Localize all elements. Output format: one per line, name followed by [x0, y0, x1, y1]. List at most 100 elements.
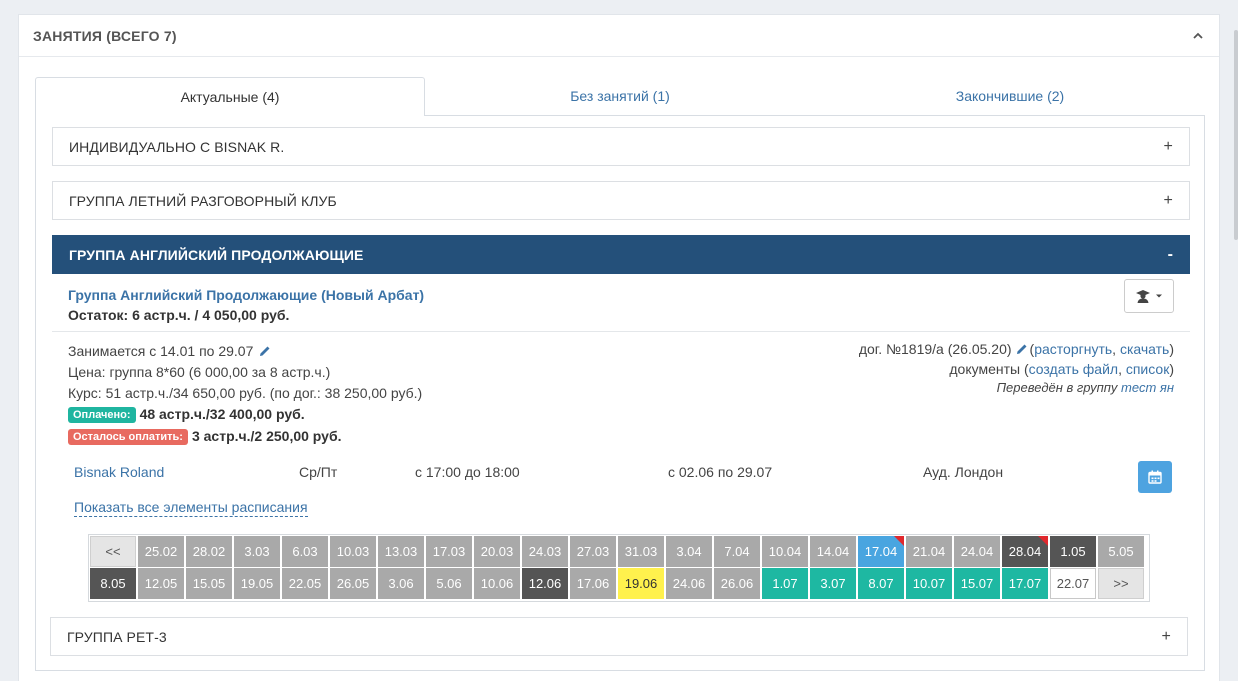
- accordion-title: ГРУППА РЕТ-3: [67, 628, 167, 645]
- calendar-day-cell[interactable]: 1.05: [1050, 536, 1096, 567]
- calendar-day-cell[interactable]: 20.03: [474, 536, 520, 567]
- accordion-ret-3[interactable]: ГРУППА РЕТ-3 +: [50, 617, 1188, 656]
- calendar-day-cell[interactable]: 5.05: [1098, 536, 1144, 567]
- show-all-schedule-link[interactable]: Показать все элементы расписания: [74, 499, 308, 517]
- calendar-icon: [1148, 470, 1162, 484]
- calendar-day-cell[interactable]: 8.05: [90, 568, 136, 599]
- calendar-day-cell[interactable]: 10.04: [762, 536, 808, 567]
- contract-text: дог. №1819/а (26.05.20): [858, 341, 1012, 357]
- calendar-day-cell[interactable]: 3.03: [234, 536, 280, 567]
- calendar-day-cell[interactable]: 22.07: [1050, 568, 1096, 599]
- caret-down-icon: [1156, 294, 1162, 298]
- calendar-day-cell[interactable]: 12.06: [522, 568, 568, 599]
- calendar-day-cell[interactable]: 6.03: [282, 536, 328, 567]
- terminate-link[interactable]: расторгнуть: [1034, 341, 1112, 357]
- calendar-day-cell[interactable]: 13.03: [378, 536, 424, 567]
- calendar-next-button[interactable]: >>: [1098, 568, 1144, 599]
- separator: ,: [1112, 341, 1120, 357]
- schedule-period: с 02.06 по 29.07: [668, 464, 773, 480]
- accordion-title: ГРУППА АНГЛИЙСКИЙ ПРОДОЛЖАЮЩИЕ: [69, 246, 364, 263]
- create-file-link[interactable]: создать файл: [1029, 361, 1118, 377]
- due-value: 3 астр.ч./2 250,00 руб.: [191, 428, 342, 444]
- accordion-summer-club[interactable]: ГРУППА ЛЕТНИЙ РАЗГОВОРНЫЙ КЛУБ +: [52, 181, 1190, 220]
- due-badge: Осталось оплатить:: [68, 429, 188, 445]
- expand-icon: +: [1163, 137, 1173, 155]
- paid-value: 48 астр.ч./32 400,00 руб.: [139, 406, 305, 422]
- accordion-english-continuing[interactable]: ГРУППА АНГЛИЙСКИЙ ПРОДОЛЖАЮЩИЕ -: [52, 235, 1190, 274]
- transferred-text: Переведён в группу: [996, 380, 1118, 395]
- calendar-day-cell[interactable]: 27.03: [570, 536, 616, 567]
- list-link[interactable]: список: [1126, 361, 1169, 377]
- schedule-days: Ср/Пт: [299, 464, 338, 480]
- calendar-day-cell[interactable]: 10.03: [330, 536, 376, 567]
- calendar-day-cell[interactable]: 26.06: [714, 568, 760, 599]
- calendar-day-cell[interactable]: 31.03: [618, 536, 664, 567]
- documents-row: документы (создать файл, список): [949, 361, 1174, 377]
- contract-row: дог. №1819/а (26.05.20) (расторгнуть, ска…: [859, 341, 1174, 357]
- accordion-title: ГРУППА ЛЕТНИЙ РАЗГОВОРНЫЙ КЛУБ: [69, 192, 337, 209]
- calendar-day-cell[interactable]: 21.04: [906, 536, 952, 567]
- download-link[interactable]: скачать: [1120, 341, 1169, 357]
- teacher-menu-button[interactable]: [1124, 279, 1174, 313]
- calendar-prev-button[interactable]: <<: [90, 536, 136, 567]
- calendar-day-cell[interactable]: 3.07: [810, 568, 856, 599]
- collapse-icon: -: [1167, 245, 1173, 263]
- page-scrollbar[interactable]: [1234, 30, 1238, 240]
- calendar-day-cell[interactable]: 12.05: [138, 568, 184, 599]
- studies-period: Занимается с 14.01 по 29.07: [68, 343, 271, 359]
- accordion-individual[interactable]: ИНДИВИДУАЛЬНО С BISNAK R. +: [52, 127, 1190, 166]
- chevron-up-icon[interactable]: [1191, 29, 1205, 43]
- pencil-icon[interactable]: [1016, 343, 1028, 355]
- teacher-icon: [1136, 290, 1150, 303]
- calendar-day-cell[interactable]: 28.02: [186, 536, 232, 567]
- schedule-room: Ауд. Лондон: [923, 464, 1004, 480]
- schedule-teacher[interactable]: Bisnak Roland: [74, 464, 164, 480]
- paid-badge: Оплачено:: [68, 407, 136, 423]
- calendar-day-cell[interactable]: 28.04: [1002, 536, 1048, 567]
- accordion-title: ИНДИВИДУАЛЬНО С BISNAK R.: [69, 138, 285, 155]
- calendar-day-cell[interactable]: 15.05: [186, 568, 232, 599]
- calendar-day-cell[interactable]: 17.04: [858, 536, 904, 567]
- calendar-day-cell[interactable]: 5.06: [426, 568, 472, 599]
- calendar-day-cell[interactable]: 1.07: [762, 568, 808, 599]
- calendar-day-cell[interactable]: 8.07: [858, 568, 904, 599]
- tab-finished[interactable]: Закончившие (2): [815, 77, 1205, 115]
- calendar-day-cell[interactable]: 19.05: [234, 568, 280, 599]
- calendar-day-cell[interactable]: 7.04: [714, 536, 760, 567]
- panel-header[interactable]: ЗАНЯТИЯ (ВСЕГО 7): [19, 15, 1219, 57]
- divider: [52, 331, 1190, 332]
- calendar-day-cell[interactable]: 14.04: [810, 536, 856, 567]
- calendar-day-cell[interactable]: 19.06: [618, 568, 664, 599]
- group-remaining: Остаток: 6 астр.ч. / 4 050,00 руб.: [68, 307, 290, 323]
- expand-icon: +: [1161, 627, 1171, 645]
- calendar-day-cell[interactable]: 26.05: [330, 568, 376, 599]
- tab-no-lessons[interactable]: Без занятий (1): [425, 77, 815, 115]
- course-text: Курс: 51 астр.ч./34 650,00 руб. (по дог.…: [68, 385, 423, 401]
- calendar-day-cell[interactable]: 3.06: [378, 568, 424, 599]
- calendar-day-cell[interactable]: 15.07: [954, 568, 1000, 599]
- calendar-day-cell[interactable]: 17.06: [570, 568, 616, 599]
- calendar-day-cell[interactable]: 17.03: [426, 536, 472, 567]
- transferred-group-link[interactable]: тест ян: [1121, 380, 1174, 395]
- calendar-button[interactable]: [1138, 461, 1172, 493]
- price-text: Цена: группа 8*60 (6 000,00 за 8 астр.ч.…: [68, 364, 331, 380]
- paid-row: Оплачено: 48 астр.ч./32 400,00 руб.: [68, 406, 305, 423]
- tabs: Актуальные (4) Без занятий (1) Закончивш…: [35, 77, 1205, 116]
- transferred-row: Переведён в группу тест ян: [997, 380, 1174, 395]
- calendar-day-cell[interactable]: 24.04: [954, 536, 1000, 567]
- calendar-day-cell[interactable]: 22.05: [282, 568, 328, 599]
- expand-icon: +: [1163, 191, 1173, 209]
- calendar-day-cell[interactable]: 3.04: [666, 536, 712, 567]
- tab-current[interactable]: Актуальные (4): [35, 77, 425, 116]
- calendar-day-cell[interactable]: 10.07: [906, 568, 952, 599]
- calendar-day-cell[interactable]: 10.06: [474, 568, 520, 599]
- studies-text: Занимается с 14.01 по 29.07: [68, 343, 254, 359]
- panel-title: ЗАНЯТИЯ (ВСЕГО 7): [33, 27, 177, 44]
- calendar-day-cell[interactable]: 24.06: [666, 568, 712, 599]
- calendar-day-cell[interactable]: 25.02: [138, 536, 184, 567]
- group-title-link[interactable]: Группа Английский Продолжающие (Новый Ар…: [68, 287, 424, 303]
- due-row: Осталось оплатить: 3 астр.ч./2 250,00 руб…: [68, 428, 342, 445]
- calendar-day-cell[interactable]: 24.03: [522, 536, 568, 567]
- pencil-icon[interactable]: [259, 345, 271, 357]
- calendar-day-cell[interactable]: 17.07: [1002, 568, 1048, 599]
